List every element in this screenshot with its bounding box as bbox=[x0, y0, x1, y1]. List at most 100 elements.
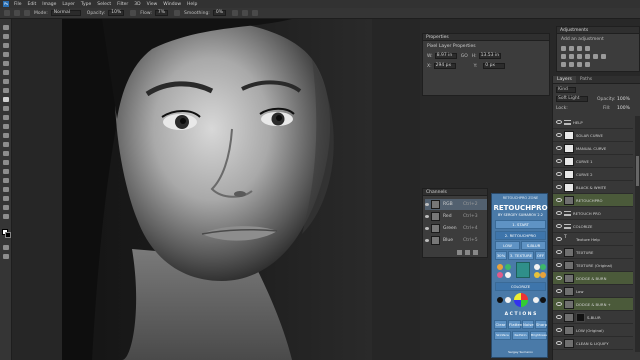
layer-row[interactable]: SOLAR CURVE bbox=[553, 129, 633, 142]
texture-percent-button[interactable]: 30% bbox=[495, 251, 507, 260]
width-field[interactable]: 8.97 in bbox=[434, 53, 457, 59]
pressure-opacity-icon[interactable] bbox=[130, 10, 137, 16]
visibility-eye-icon[interactable] bbox=[556, 185, 562, 189]
blur-tool-icon[interactable] bbox=[3, 142, 9, 147]
eyedropper-tool-icon[interactable] bbox=[3, 79, 9, 84]
visibility-eye-icon[interactable] bbox=[556, 120, 562, 124]
pressure-size-icon[interactable] bbox=[241, 10, 248, 16]
quick-mask-icon[interactable] bbox=[3, 245, 9, 250]
menu-help[interactable]: Help bbox=[187, 2, 197, 7]
menu-3d[interactable]: 3D bbox=[134, 2, 140, 7]
history-brush-tool-icon[interactable] bbox=[3, 115, 9, 120]
opacity-field[interactable]: 10% bbox=[108, 10, 125, 16]
vibrance-icon[interactable] bbox=[561, 54, 566, 59]
menu-view[interactable]: View bbox=[147, 2, 158, 7]
brush-panel-icon[interactable] bbox=[24, 10, 30, 16]
channel-row-red[interactable]: Red Ctrl+3 bbox=[425, 211, 487, 222]
filter-kind-select[interactable]: Kind bbox=[556, 87, 576, 93]
zoom-tool-icon[interactable] bbox=[3, 205, 9, 210]
visibility-eye-icon[interactable] bbox=[556, 133, 562, 137]
layer-opacity-field[interactable]: 100% bbox=[617, 97, 630, 102]
pen-tool-icon[interactable] bbox=[3, 160, 9, 165]
brightness-contrast-icon[interactable] bbox=[561, 46, 566, 51]
layer-row[interactable]: TEXTURE (Original) bbox=[553, 259, 633, 272]
home-icon[interactable] bbox=[4, 10, 10, 16]
new-channel-icon[interactable] bbox=[465, 250, 470, 255]
smoothing-field[interactable]: 0% bbox=[212, 10, 226, 16]
posterize-icon[interactable] bbox=[569, 62, 574, 67]
skinface-button[interactable]: Skinface bbox=[494, 331, 511, 340]
low-button[interactable]: LOW bbox=[495, 241, 520, 250]
gradient-tool-icon[interactable] bbox=[3, 133, 9, 138]
healing-tool-icon[interactable] bbox=[3, 88, 9, 93]
green-dot-icon[interactable] bbox=[540, 264, 546, 270]
layer-row[interactable]: Low bbox=[553, 285, 633, 298]
type-tool-icon[interactable] bbox=[3, 169, 9, 174]
channel-row-rgb[interactable]: RGB Ctrl+2 bbox=[425, 199, 487, 210]
screen-mode-icon[interactable] bbox=[3, 254, 9, 259]
move-tool-icon[interactable] bbox=[3, 25, 9, 30]
visibility-eye-icon[interactable] bbox=[425, 203, 429, 206]
layer-row[interactable]: LOW (Original) bbox=[553, 324, 633, 337]
menu-select[interactable]: Select bbox=[97, 2, 111, 7]
brightness-button[interactable]: Brightness bbox=[530, 331, 547, 340]
layer-row[interactable]: DODGE & BURN + bbox=[553, 298, 633, 311]
layer-row[interactable]: CURVE 2 bbox=[553, 168, 633, 181]
sharp-button[interactable]: Sharp bbox=[535, 320, 547, 329]
texture-button[interactable]: 3. TEXTURE bbox=[508, 251, 534, 260]
path-select-tool-icon[interactable] bbox=[3, 178, 9, 183]
visibility-eye-icon[interactable] bbox=[425, 239, 429, 242]
settings-gear-icon[interactable] bbox=[231, 10, 238, 16]
green-dot-icon[interactable] bbox=[505, 264, 511, 270]
layer-row[interactable]: HELP bbox=[553, 116, 633, 129]
shape-tool-icon[interactable] bbox=[3, 187, 9, 192]
colorize-button[interactable]: COLORIZE bbox=[495, 282, 546, 291]
curves-icon[interactable] bbox=[577, 46, 582, 51]
menu-filter[interactable]: Filter bbox=[117, 2, 128, 7]
visibility-eye-icon[interactable] bbox=[556, 211, 562, 215]
gradient-map-icon[interactable] bbox=[585, 62, 590, 67]
menu-image[interactable]: Image bbox=[42, 2, 56, 7]
black-dot-icon[interactable] bbox=[497, 297, 503, 303]
flow-field[interactable]: 7% bbox=[154, 10, 168, 16]
more-tools-icon[interactable] bbox=[3, 214, 9, 219]
white-dot-icon[interactable] bbox=[505, 272, 511, 278]
texture-off-button[interactable]: OFF bbox=[535, 251, 546, 260]
blend-mode-select[interactable]: Soft Light bbox=[556, 96, 588, 102]
portrait-photo[interactable] bbox=[62, 19, 372, 360]
clear-button[interactable]: Clear bbox=[494, 320, 507, 329]
dodge-burn-preview-icon[interactable] bbox=[516, 262, 530, 278]
dodge-tool-icon[interactable] bbox=[3, 151, 9, 156]
layer-row[interactable]: CLEAN & LIQUIFY bbox=[553, 337, 633, 350]
scrollbar-thumb[interactable] bbox=[636, 156, 639, 186]
start-button[interactable]: 1. START bbox=[495, 220, 546, 229]
mode-select[interactable]: Normal bbox=[50, 10, 81, 16]
color-wheel-icon[interactable] bbox=[514, 293, 528, 307]
orange-dot-icon[interactable] bbox=[497, 264, 503, 270]
noise-button[interactable]: Noise bbox=[522, 320, 534, 329]
visibility-eye-icon[interactable] bbox=[556, 159, 562, 163]
x-field[interactable]: 294 px bbox=[433, 63, 456, 69]
visibility-eye-icon[interactable] bbox=[556, 146, 562, 150]
layer-row[interactable]: RETOUCHPRO bbox=[553, 194, 633, 207]
channel-row-green[interactable]: Green Ctrl+4 bbox=[425, 223, 487, 234]
quick-select-tool-icon[interactable] bbox=[3, 52, 9, 57]
redskin-button[interactable]: RedSkin bbox=[512, 331, 529, 340]
layer-row[interactable]: MANUAL CURVE bbox=[553, 142, 633, 155]
pink-dot-icon[interactable] bbox=[497, 272, 503, 278]
layers-scrollbar[interactable] bbox=[635, 116, 640, 352]
black-dot-icon[interactable] bbox=[540, 297, 546, 303]
link-dimensions-label[interactable]: GO bbox=[461, 54, 468, 59]
visibility-eye-icon[interactable] bbox=[556, 315, 562, 319]
layer-row[interactable]: RETOUCH PRO bbox=[553, 207, 633, 220]
layer-row[interactable]: COLORIZE bbox=[553, 220, 633, 233]
airbrush-icon[interactable] bbox=[173, 10, 180, 16]
exposure-icon[interactable] bbox=[585, 46, 590, 51]
tab-paths[interactable]: Paths bbox=[576, 76, 596, 83]
channel-row-blue[interactable]: Blue Ctrl+5 bbox=[425, 235, 487, 246]
white-dot-icon[interactable] bbox=[505, 297, 511, 303]
trash-icon[interactable] bbox=[473, 250, 478, 255]
visibility-eye-icon[interactable] bbox=[425, 227, 429, 230]
color-balance-icon[interactable] bbox=[577, 54, 582, 59]
sblur-button[interactable]: S-BLUR bbox=[521, 241, 546, 250]
